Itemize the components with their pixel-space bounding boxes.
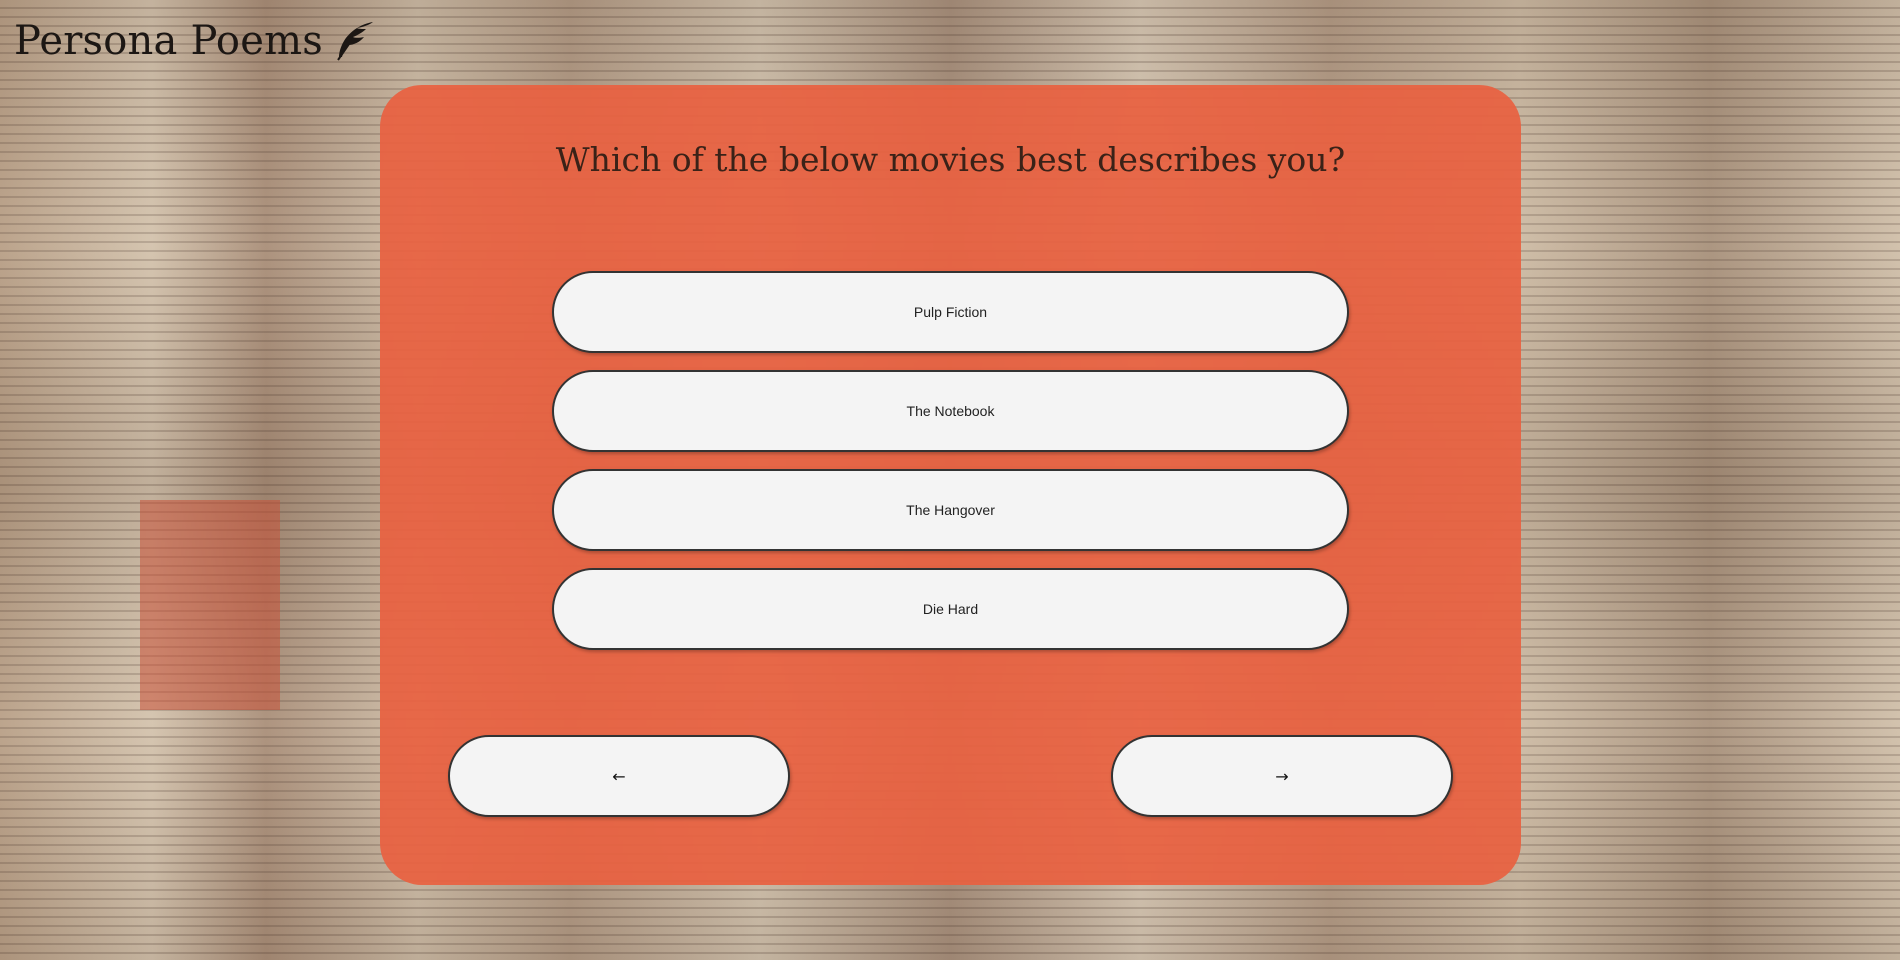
background-book-cover xyxy=(140,500,280,710)
option-pulp-fiction[interactable]: Pulp Fiction xyxy=(552,271,1349,353)
arrow-left-icon: ← xyxy=(612,766,626,786)
option-label: The Hangover xyxy=(906,502,995,518)
option-label: The Notebook xyxy=(906,403,995,419)
arrow-right-icon: → xyxy=(1275,766,1289,786)
option-label: Die Hard xyxy=(922,601,979,617)
quiz-card: Which of the below movies best describes… xyxy=(380,85,1521,885)
option-the-notebook[interactable]: The Notebook xyxy=(552,370,1349,452)
feather-quill-icon xyxy=(337,22,373,61)
previous-button[interactable]: ← xyxy=(448,735,790,817)
option-die-hard[interactable]: Die Hard xyxy=(552,568,1349,650)
question-heading: Which of the below movies best describes… xyxy=(555,140,1346,179)
option-the-hangover[interactable]: The Hangover xyxy=(552,469,1349,551)
site-logo[interactable]: Persona Poems xyxy=(14,18,377,64)
option-label: Pulp Fiction xyxy=(913,304,988,320)
logo-text: Persona Poems xyxy=(14,18,323,64)
next-button[interactable]: → xyxy=(1111,735,1453,817)
